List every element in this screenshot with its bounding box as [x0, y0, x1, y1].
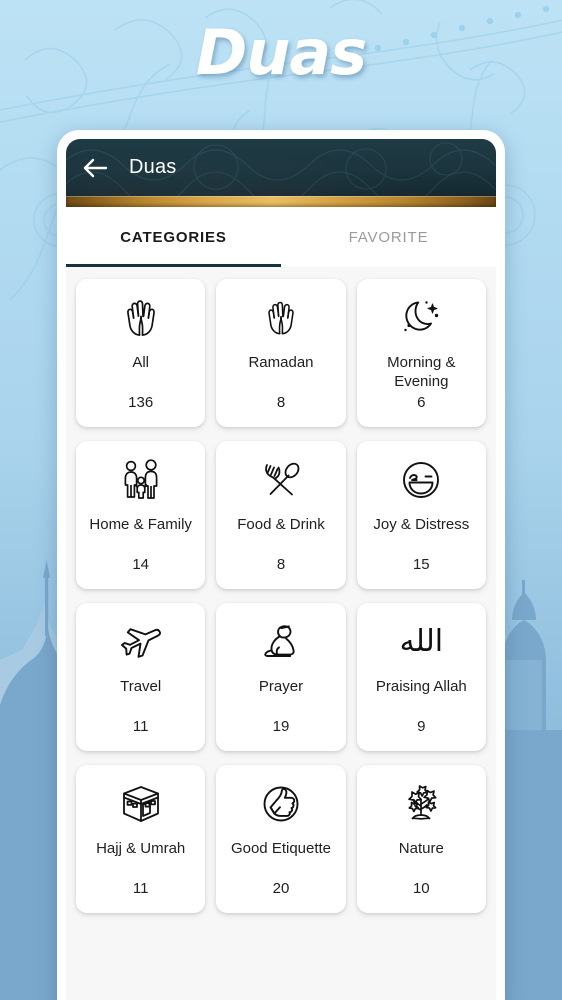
- category-label: Morning & Evening: [387, 354, 456, 390]
- category-card-travel[interactable]: Travel 11: [76, 603, 206, 751]
- category-count: 10: [412, 880, 430, 897]
- device-frame: Duas CATEGORIES FAVORITE All 136 Ramadan…: [57, 130, 505, 1000]
- category-count: 14: [132, 556, 149, 573]
- tab-categories-label: CATEGORIES: [120, 228, 227, 246]
- thumbs-up-circle-icon: [222, 781, 339, 827]
- category-count: 15: [412, 556, 430, 573]
- category-count: 6: [417, 394, 426, 411]
- category-label: Prayer: [258, 678, 304, 695]
- category-card-good-etiquette[interactable]: Good Etiquette 20: [216, 765, 346, 913]
- allah-calligraphy-glyph: الله: [399, 624, 444, 659]
- category-card-praising-allah[interactable]: الله Praising Allah 9: [356, 603, 486, 751]
- winking-face-icon: [363, 457, 480, 503]
- tab-favorite-label: FAVORITE: [348, 228, 429, 246]
- category-card-ramadan[interactable]: Ramadan 8: [216, 279, 346, 427]
- prostrating-person-icon: [222, 619, 339, 665]
- category-card-food-drink[interactable]: Food & Drink 8: [216, 441, 346, 589]
- gold-divider-stripe: [66, 196, 496, 207]
- airplane-icon: [82, 619, 199, 665]
- category-card-nature[interactable]: Nature 10: [356, 765, 486, 913]
- category-count: 11: [132, 718, 149, 735]
- category-label: Praising Allah: [375, 678, 467, 695]
- category-card-home-family[interactable]: Home & Family 14: [76, 441, 206, 589]
- category-count: 19: [272, 718, 290, 735]
- category-grid: All 136 Ramadan 8 Morning & Evening 6 Ho…: [66, 267, 496, 1000]
- crescent-moon-stars-icon: [363, 295, 480, 341]
- category-label: Nature: [398, 840, 444, 857]
- allah-calligraphy-icon: الله: [363, 619, 480, 665]
- app-screen: Duas CATEGORIES FAVORITE All 136 Ramadan…: [66, 139, 496, 1000]
- praying-hands-icon: [222, 295, 339, 341]
- category-label: Travel: [120, 678, 162, 695]
- category-card-joy-distress[interactable]: Joy & Distress 15: [356, 441, 486, 589]
- app-bar-title: Duas: [129, 156, 177, 178]
- promo-background: Duas Duas CATEGORIES FAVORITE All 136 Ra…: [0, 0, 562, 1000]
- category-card-hajj-umrah[interactable]: Hajj & Umrah 11: [76, 765, 206, 913]
- category-label: Ramadan: [248, 354, 314, 371]
- tab-bar: CATEGORIES FAVORITE: [66, 207, 496, 267]
- tab-favorite[interactable]: FAVORITE: [281, 207, 496, 267]
- hero-title: Duas: [195, 16, 367, 89]
- praying-hands-icon: [82, 295, 199, 341]
- category-label: Good Etiquette: [230, 840, 332, 857]
- category-card-morning-evening[interactable]: Morning & Evening 6: [356, 279, 486, 427]
- category-card-all[interactable]: All 136: [76, 279, 206, 427]
- tab-categories[interactable]: CATEGORIES: [66, 207, 281, 267]
- category-card-prayer[interactable]: Prayer 19: [216, 603, 346, 751]
- tree-icon: [363, 781, 480, 827]
- category-count: 9: [417, 718, 426, 735]
- category-label: Food & Drink: [237, 516, 325, 533]
- category-label: Joy & Distress: [373, 516, 470, 533]
- category-count: 8: [276, 394, 286, 411]
- family-icon: [82, 457, 199, 503]
- category-count: 11: [132, 880, 149, 897]
- category-count: 20: [272, 880, 290, 897]
- category-label: Home & Family: [89, 516, 192, 533]
- category-label: All: [132, 354, 149, 371]
- category-count: 136: [128, 394, 154, 411]
- category-count: 8: [276, 556, 286, 573]
- category-label: Hajj & Umrah: [96, 840, 186, 857]
- kaaba-icon: [82, 781, 199, 827]
- app-bar: Duas: [66, 139, 496, 196]
- fork-spoon-icon: [222, 457, 339, 503]
- back-arrow-icon[interactable]: [78, 151, 112, 185]
